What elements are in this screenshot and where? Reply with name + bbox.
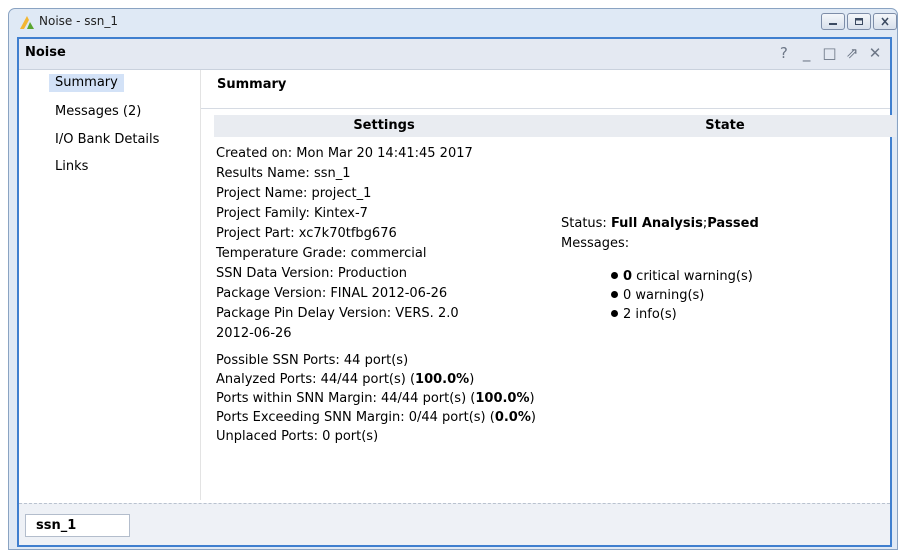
minimize-panel-icon[interactable]: _ (798, 44, 816, 62)
float-panel-icon[interactable]: ⇗ (843, 44, 861, 62)
settings-created-on: Created on: Mon Mar 20 14:41:45 2017 (216, 146, 473, 161)
nav-item-io-bank-details[interactable]: I/O Bank Details (49, 131, 165, 149)
nav-item-summary[interactable]: Summary (49, 74, 124, 92)
ports-exceeding-percent: 0.0% (494, 410, 531, 425)
status-line: Status: Full Analysis;Passed (561, 216, 759, 231)
settings-project-part: Project Part: xc7k70tfbg676 (216, 226, 397, 241)
infos-item: 2 info(s) (611, 307, 677, 322)
nav-item-links[interactable]: Links (49, 158, 94, 176)
ports-exceeding-text: Ports Exceeding SNN Margin: 0/44 port(s)… (216, 410, 495, 425)
maximize-panel-icon[interactable]: □ (820, 44, 838, 62)
state-column-header: State (554, 115, 896, 137)
close-panel-icon[interactable]: ✕ (866, 44, 884, 62)
summary-content: Summary Settings State Created on: Mon M… (201, 70, 896, 500)
settings-project-family: Project Family: Kintex-7 (216, 206, 368, 221)
bullet-icon (611, 310, 618, 317)
warnings-item: 0 warning(s) (611, 288, 704, 303)
ports-within-close: ) (529, 391, 535, 406)
close-icon (881, 17, 889, 26)
possible-ssn-ports: Possible SSN Ports: 44 port(s) (216, 353, 409, 368)
ports-within-text: Ports within SNN Margin: 44/44 port(s) ( (216, 391, 476, 406)
bullet-icon (611, 291, 618, 298)
window-titlebar[interactable]: Noise - ssn_1 (9, 9, 897, 35)
settings-results-name: Results Name: ssn_1 (216, 166, 351, 181)
settings-column-header: Settings (214, 115, 554, 137)
analyzed-ports-percent: 100.0% (415, 372, 470, 387)
ports-within-percent: 100.0% (475, 391, 530, 406)
summary-title: Summary (217, 77, 287, 92)
sidebar-nav: Summary Messages (2) I/O Bank Details Li… (19, 70, 201, 500)
window-minimize-button[interactable] (821, 13, 845, 30)
infos-text: 2 info(s) (623, 307, 677, 322)
bullet-icon (611, 272, 618, 279)
nav-item-messages[interactable]: Messages (2) (49, 103, 147, 121)
critical-warnings-text: critical warning(s) (632, 269, 753, 284)
settings-ssn-data-version: SSN Data Version: Production (216, 266, 408, 281)
panel-header: Noise ? _ □ ⇗ ✕ (19, 39, 890, 70)
panel-title: Noise (25, 45, 66, 60)
warnings-text: 0 warning(s) (623, 288, 705, 303)
analyzed-ports: Analyzed Ports: 44/44 port(s) (100.0%) (216, 372, 474, 387)
status-result: Passed (707, 216, 759, 231)
tab-ssn-1[interactable]: ssn_1 (25, 514, 130, 537)
critical-warnings-count: 0 (623, 269, 633, 284)
minimize-icon (829, 23, 837, 25)
unplaced-ports: Unplaced Ports: 0 port(s) (216, 429, 379, 444)
analyzed-ports-close: ) (469, 372, 475, 387)
messages-label: Messages: (561, 236, 630, 251)
panel-toolbar: ? _ □ ⇗ ✕ (775, 44, 884, 62)
ports-exceeding-margin: Ports Exceeding SNN Margin: 0/44 port(s)… (216, 410, 536, 425)
help-icon[interactable]: ? (775, 44, 793, 62)
window-maximize-button[interactable] (847, 13, 871, 30)
bottom-tab-bar: ssn_1 (19, 503, 890, 545)
analyzed-ports-text: Analyzed Ports: 44/44 port(s) ( (216, 372, 416, 387)
ports-exceeding-close: ) (530, 410, 536, 425)
settings-package-version: Package Version: FINAL 2012-06-26 (216, 286, 448, 301)
noise-panel: Noise ? _ □ ⇗ ✕ Summary Messages (2) I/O… (17, 37, 896, 547)
ports-within-margin: Ports within SNN Margin: 44/44 port(s) (… (216, 391, 535, 406)
critical-warnings-item: 0 critical warning(s) (611, 269, 753, 284)
maximize-icon (855, 18, 863, 25)
status-label: Status: (561, 216, 611, 231)
window-close-button[interactable] (873, 13, 897, 30)
settings-pin-delay-date: 2012-06-26 (216, 326, 292, 341)
status-value: Full Analysis (610, 216, 703, 231)
settings-project-name: Project Name: project_1 (216, 186, 372, 201)
window-title: Noise - ssn_1 (39, 14, 118, 28)
vivado-logo-icon (20, 16, 34, 29)
divider (201, 108, 890, 109)
app-window: Noise - ssn_1 Noise ? _ □ ⇗ ✕ Summary Me… (8, 8, 898, 550)
settings-pin-delay-version: Package Pin Delay Version: VERS. 2.0 (216, 306, 459, 321)
settings-temperature-grade: Temperature Grade: commercial (216, 246, 427, 261)
